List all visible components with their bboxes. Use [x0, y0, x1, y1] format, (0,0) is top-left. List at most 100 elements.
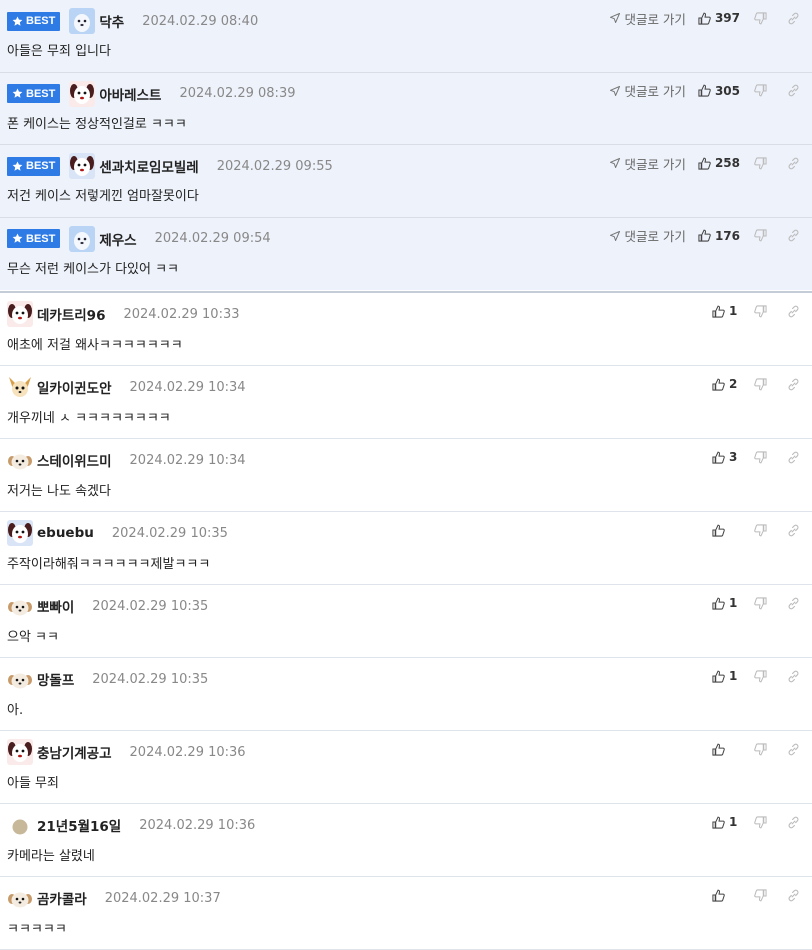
share-button[interactable] [787, 12, 800, 25]
avatar[interactable] [69, 153, 99, 179]
comment-date: 2024.02.29 10:35 [111, 525, 228, 541]
star-icon [12, 16, 23, 26]
share-button[interactable] [787, 889, 800, 902]
dislike-button[interactable] [754, 156, 767, 170]
avatar[interactable] [7, 885, 37, 911]
thumbs-down-icon [754, 156, 767, 169]
avatar[interactable] [69, 80, 99, 107]
avatar[interactable] [7, 739, 37, 765]
like-button[interactable] [712, 743, 740, 756]
comment-row: 뽀빠이 2024.02.29 10:35 으악 ㅋㅋ 1 [0, 585, 812, 658]
nickname[interactable]: 닥추 [99, 11, 124, 31]
share-icon [788, 451, 799, 463]
avatar[interactable] [69, 225, 99, 252]
avatar[interactable] [7, 666, 37, 692]
comment-row: 충남기계공고 2024.02.29 10:36 아들 무죄 [0, 731, 812, 804]
like-button[interactable]: 3 [712, 450, 740, 464]
reply-link[interactable]: 댓글로 가기 [610, 154, 686, 173]
nickname[interactable]: 센과치로임모빌레 [99, 156, 198, 176]
avatar[interactable] [7, 301, 37, 327]
dislike-button[interactable] [754, 742, 767, 756]
dislike-button[interactable] [754, 450, 767, 464]
thumbs-down-icon [754, 84, 767, 97]
like-button[interactable]: 397 [698, 11, 740, 25]
share-button[interactable] [787, 743, 800, 756]
comment-text: 개우끼네 ㅅ ㅋㅋㅋㅋㅋㅋㅋㅋ [7, 411, 171, 426]
thumbs-up-icon [712, 816, 725, 829]
avatar[interactable] [7, 520, 37, 546]
nickname[interactable]: 곰카콜라 [37, 888, 87, 908]
share-button[interactable] [787, 157, 800, 170]
share-button[interactable] [787, 305, 800, 318]
like-button[interactable]: 1 [712, 304, 740, 318]
thumbs-up-icon [712, 378, 725, 391]
avatar-image [9, 377, 31, 397]
dislike-button[interactable] [754, 596, 767, 610]
avatar[interactable] [69, 8, 99, 34]
like-button[interactable]: 1 [712, 815, 740, 829]
like-button[interactable] [712, 889, 740, 902]
reply-label: 댓글로 가기 [624, 156, 686, 172]
avatar-image [12, 819, 28, 835]
like-count: 176 [714, 228, 740, 243]
share-button[interactable] [787, 597, 800, 610]
share-button[interactable] [787, 378, 800, 391]
avatar[interactable] [7, 593, 37, 619]
nickname[interactable]: 아바레스트 [99, 84, 161, 104]
nickname[interactable]: 스테이위드미 [37, 450, 112, 470]
comment-row: BEST 닥추 2024.02.29 08:40 아들은 무죄 입니다 댓글로 … [0, 0, 812, 73]
dislike-button[interactable] [754, 11, 767, 25]
nickname[interactable]: 뽀빠이 [37, 596, 74, 616]
reply-link[interactable]: 댓글로 가기 [610, 81, 686, 100]
share-button[interactable] [787, 229, 800, 242]
avatar[interactable] [7, 374, 37, 400]
nickname[interactable]: 충남기계공고 [37, 742, 112, 762]
best-badge-label: BEST [26, 160, 56, 172]
nickname[interactable]: 제우스 [99, 229, 136, 249]
dislike-button[interactable] [754, 377, 767, 391]
like-count: 1 [729, 815, 738, 829]
reply-label: 댓글로 가기 [624, 229, 686, 244]
dislike-button[interactable] [754, 523, 767, 537]
like-button[interactable]: 305 [698, 84, 740, 98]
comment-row: 일카이귄도안 2024.02.29 10:34 개우끼네 ㅅ ㅋㅋㅋㅋㅋㅋㅋㅋ … [0, 366, 812, 439]
like-button[interactable]: 176 [698, 229, 740, 243]
dislike-button[interactable] [754, 815, 767, 829]
like-button[interactable]: 1 [712, 596, 740, 610]
share-icon [788, 524, 799, 536]
nickname[interactable]: 21년5월16일 [37, 815, 121, 835]
thumbs-up-icon [712, 597, 725, 610]
nickname[interactable]: ebuebu [37, 525, 94, 541]
dislike-button[interactable] [754, 888, 767, 902]
share-button[interactable] [787, 84, 800, 97]
share-button[interactable] [787, 670, 800, 683]
avatar[interactable] [7, 447, 37, 473]
like-button[interactable]: 2 [712, 377, 740, 391]
share-button[interactable] [787, 451, 800, 464]
nickname[interactable]: 망돌프 [37, 669, 74, 689]
share-button[interactable] [787, 524, 800, 537]
like-button[interactable] [712, 524, 740, 537]
avatar-image [69, 225, 96, 252]
share-icon [788, 305, 799, 317]
comment-list: 데카트리96 2024.02.29 10:33 애초에 저걸 왜사ㅋㅋㅋㅋㅋㅋㅋ… [0, 293, 812, 950]
reply-arrow-icon [610, 13, 621, 23]
star-icon [12, 88, 23, 98]
dislike-button[interactable] [754, 304, 767, 318]
avatar[interactable] [7, 812, 37, 838]
dislike-button[interactable] [754, 84, 767, 97]
dislike-button[interactable] [754, 669, 767, 683]
share-button[interactable] [787, 816, 800, 829]
dislike-button[interactable] [754, 229, 767, 242]
thumbs-up-icon [698, 84, 711, 97]
avatar-image [7, 301, 33, 327]
like-button[interactable]: 1 [712, 669, 740, 683]
thumbs-up-icon [712, 305, 725, 318]
like-button[interactable]: 258 [698, 156, 740, 170]
nickname[interactable]: 데카트리96 [37, 304, 105, 324]
reply-link[interactable]: 댓글로 가기 [610, 9, 686, 28]
avatar-image [69, 8, 96, 34]
nickname[interactable]: 일카이귄도안 [37, 377, 112, 397]
comment-text: 저거는 나도 속겠다 [7, 484, 111, 499]
reply-link[interactable]: 댓글로 가기 [610, 226, 686, 245]
